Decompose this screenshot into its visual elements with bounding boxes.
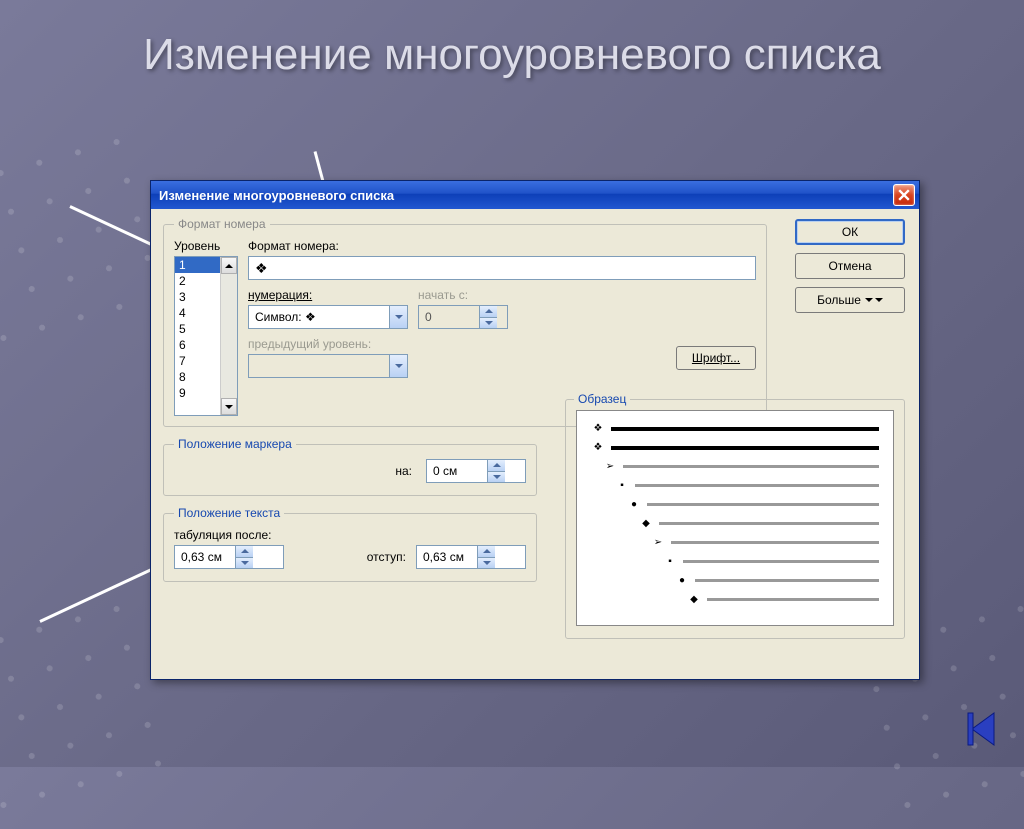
preview-bar: [683, 560, 879, 563]
preview-bar: [623, 465, 879, 468]
dialog-window: Изменение многоуровневого списка ОК Отме…: [150, 180, 920, 680]
label-number-format: Формат номера:: [248, 239, 756, 253]
ok-button[interactable]: ОК: [795, 219, 905, 245]
preview-line: ❖: [591, 423, 879, 434]
preview-bar: [635, 484, 879, 487]
preview-line: ➢: [591, 537, 879, 548]
prev-level-combo: [248, 354, 408, 378]
preview-line: ▪: [591, 556, 879, 567]
numbering-combo[interactable]: Символ: ❖: [248, 305, 408, 329]
preview-bullet: ❖: [591, 423, 605, 434]
spinner-up[interactable]: [236, 546, 253, 558]
preview-bar: [707, 598, 879, 601]
level-listbox[interactable]: 123456789: [174, 256, 238, 416]
preview-line: ◆: [591, 594, 879, 605]
preview-bar: [695, 579, 879, 582]
preview-bar: [647, 503, 879, 506]
label-tab-after: табуляция после:: [174, 528, 526, 542]
preview-bullet: ▪: [663, 556, 677, 567]
preview-line: ●: [591, 499, 879, 510]
label-level: Уровень: [174, 239, 238, 253]
close-button[interactable]: [893, 184, 915, 206]
preview-line: ➢: [591, 461, 879, 472]
group-number-format: Формат номера Уровень 123456789 Формат н…: [163, 217, 767, 427]
level-item[interactable]: 8: [175, 369, 220, 385]
scroll-up-button[interactable]: [221, 257, 237, 274]
preview-bar: [611, 427, 879, 431]
preview-line: ●: [591, 575, 879, 586]
spinner-down: [480, 318, 497, 329]
level-item[interactable]: 6: [175, 337, 220, 353]
spinner-down[interactable]: [236, 558, 253, 569]
more-button[interactable]: Больше: [795, 287, 905, 313]
tab-after-input[interactable]: [175, 546, 235, 568]
preview-bullet: ●: [627, 499, 641, 510]
marker-at-input[interactable]: [427, 460, 487, 482]
spinner-up[interactable]: [488, 460, 505, 472]
spinner-down[interactable]: [478, 558, 495, 569]
group-legend-format: Формат номера: [174, 217, 270, 231]
number-format-input[interactable]: [248, 256, 756, 280]
spinner-up: [480, 306, 497, 318]
close-icon: [898, 189, 910, 201]
font-button[interactable]: Шрифт...: [676, 346, 756, 370]
preview-line: ◆: [591, 518, 879, 529]
spinner-up[interactable]: [478, 546, 495, 558]
preview-line: ❖: [591, 442, 879, 453]
label-prev-level: предыдущий уровень:: [248, 337, 408, 351]
indent-spinner[interactable]: [416, 545, 526, 569]
group-marker-position: Положение маркера на:: [163, 437, 537, 496]
level-scrollbar[interactable]: [220, 257, 237, 415]
preview-bullet: ➢: [603, 461, 617, 472]
group-text-position: Положение текста табуляция после: отступ…: [163, 506, 537, 582]
scroll-down-button[interactable]: [221, 398, 237, 415]
previous-icon: [964, 709, 1004, 749]
spinner-down[interactable]: [488, 472, 505, 483]
dialog-title: Изменение многоуровневого списка: [159, 188, 893, 203]
level-item[interactable]: 7: [175, 353, 220, 369]
combo-dropdown-button[interactable]: [389, 306, 407, 328]
start-at-input: [419, 306, 479, 328]
slide-title: Изменение многоуровневого списка: [0, 30, 1024, 81]
label-indent: отступ:: [367, 550, 406, 564]
preview-bar: [671, 541, 879, 544]
level-item[interactable]: 1: [175, 257, 220, 273]
group-preview: Образец ❖❖➢▪●◆➢▪●◆: [565, 399, 905, 639]
indent-input[interactable]: [417, 546, 477, 568]
preview-area: ❖ ❖ ➢ ▪ ● ◆ ➢ ▪ ● ◆: [576, 410, 894, 626]
level-item[interactable]: 3: [175, 289, 220, 305]
tab-after-spinner[interactable]: [174, 545, 284, 569]
level-item[interactable]: 5: [175, 321, 220, 337]
preview-bullet: ▪: [615, 480, 629, 491]
label-numbering: нумерация:: [248, 288, 408, 302]
preview-bullet: ❖: [591, 442, 605, 453]
group-legend-preview: Образец: [574, 392, 630, 406]
numbering-value: Символ: ❖: [249, 310, 389, 324]
group-legend-text: Положение текста: [174, 506, 284, 520]
more-button-label: Больше: [817, 293, 861, 307]
level-item[interactable]: 9: [175, 385, 220, 401]
dialog-titlebar[interactable]: Изменение многоуровневого списка: [151, 181, 919, 209]
combo-dropdown-button: [389, 355, 407, 377]
cancel-button[interactable]: Отмена: [795, 253, 905, 279]
preview-bullet: ◆: [687, 594, 701, 605]
label-at: на:: [395, 464, 412, 478]
nav-previous-button[interactable]: [964, 709, 1004, 749]
marker-at-spinner[interactable]: [426, 459, 526, 483]
preview-bullet: ◆: [639, 518, 653, 529]
preview-bar: [611, 446, 879, 450]
preview-bullet: ➢: [651, 537, 665, 548]
scroll-track[interactable]: [221, 274, 237, 398]
expand-icon: [865, 298, 883, 302]
group-legend-marker: Положение маркера: [174, 437, 296, 451]
level-item[interactable]: 2: [175, 273, 220, 289]
preview-line: ▪: [591, 480, 879, 491]
label-start-at: начать с:: [418, 288, 508, 302]
start-at-spinner: [418, 305, 508, 329]
preview-bullet: ●: [675, 575, 689, 586]
preview-bar: [659, 522, 879, 525]
level-item[interactable]: 4: [175, 305, 220, 321]
